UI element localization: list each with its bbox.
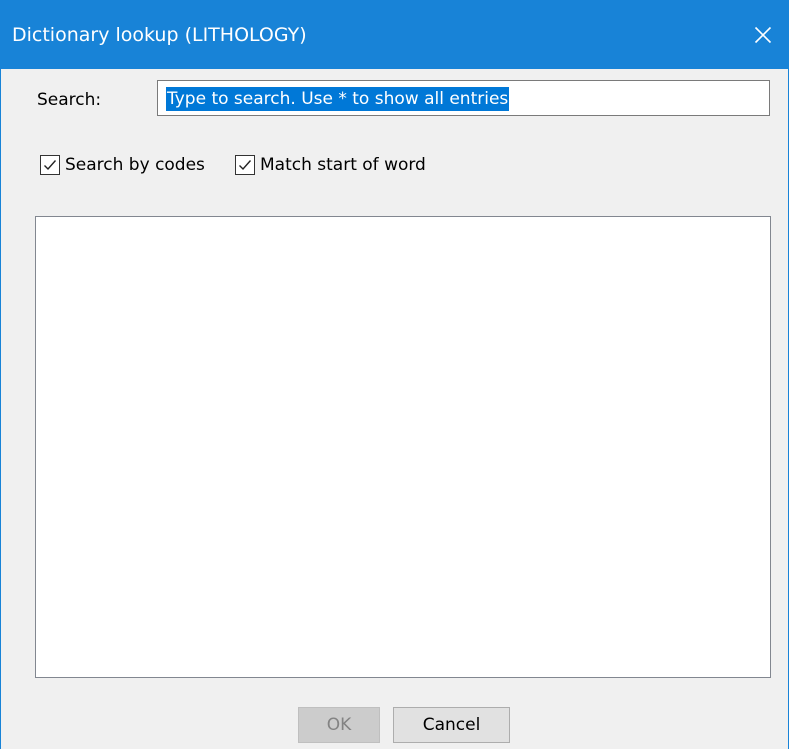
checkbox-checked-icon[interactable] xyxy=(235,155,255,175)
results-list[interactable] xyxy=(35,216,771,678)
match-start-of-word-checkbox[interactable]: Match start of word xyxy=(235,153,426,177)
checkbox-checked-icon[interactable] xyxy=(40,155,60,175)
match-start-of-word-label[interactable]: Match start of word xyxy=(260,155,426,175)
close-button[interactable] xyxy=(738,1,788,69)
search-by-codes-checkbox[interactable]: Search by codes xyxy=(40,153,205,177)
search-by-codes-label[interactable]: Search by codes xyxy=(65,155,205,175)
search-label: Search: xyxy=(37,90,102,110)
cancel-button[interactable]: Cancel xyxy=(393,707,510,743)
search-input[interactable]: Type to search. Use * to show all entrie… xyxy=(157,80,770,116)
dictionary-lookup-dialog: Dictionary lookup (LITHOLOGY) Search: Ty… xyxy=(0,0,789,749)
search-input-value[interactable]: Type to search. Use * to show all entrie… xyxy=(166,87,510,111)
ok-button[interactable]: OK xyxy=(298,707,380,743)
dialog-title: Dictionary lookup (LITHOLOGY) xyxy=(12,24,307,46)
close-icon xyxy=(754,26,772,44)
title-bar[interactable]: Dictionary lookup (LITHOLOGY) xyxy=(1,1,788,69)
